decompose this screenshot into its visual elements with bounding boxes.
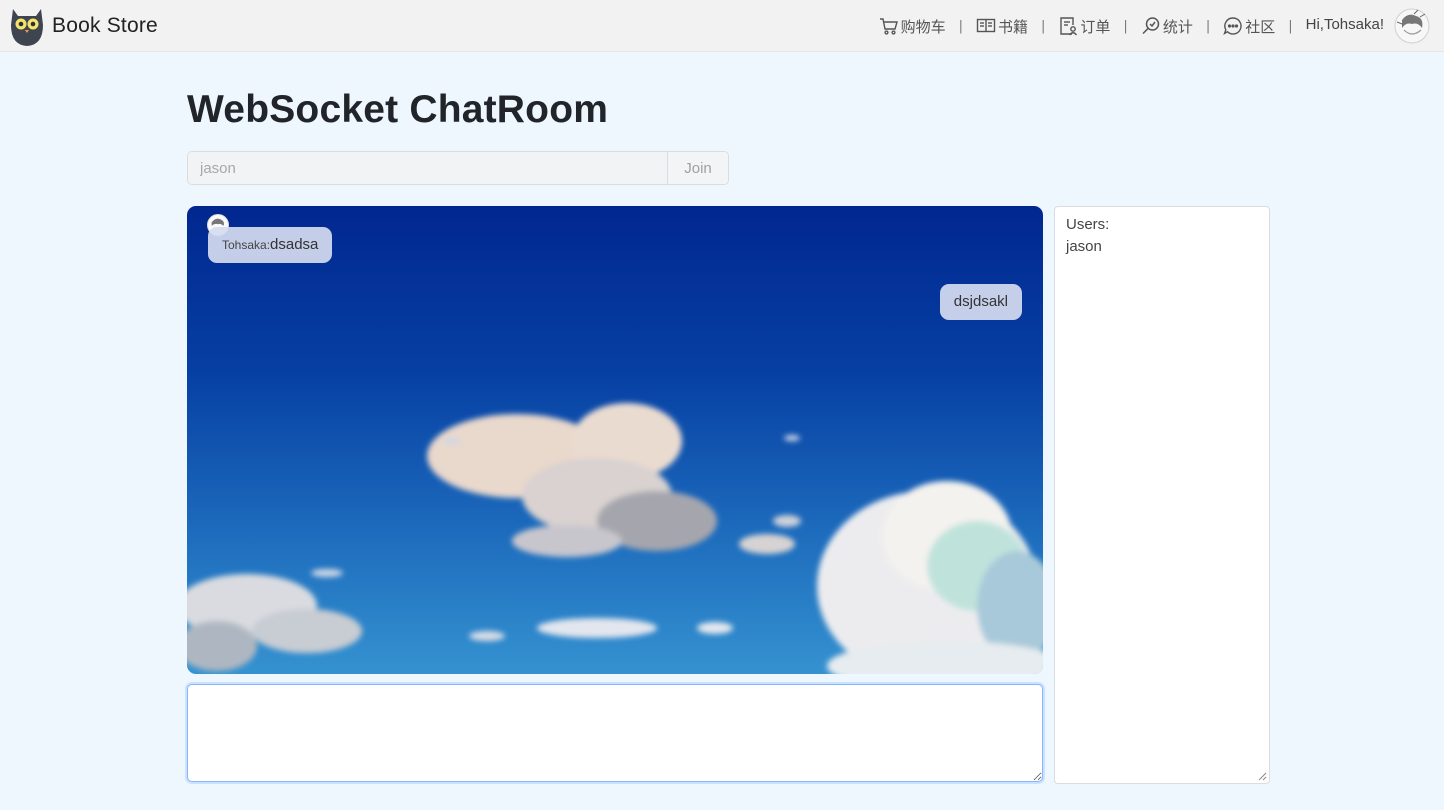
- resize-grip-icon[interactable]: [1257, 771, 1267, 781]
- nav-separator: |: [1205, 18, 1211, 34]
- users-label: Users:: [1066, 216, 1110, 233]
- username-input[interactable]: [188, 152, 667, 184]
- stats-icon: [1142, 17, 1160, 35]
- nav-cart-label: 购物车: [900, 17, 946, 36]
- user-avatar[interactable]: [1394, 8, 1430, 44]
- nav-separator: |: [1288, 18, 1293, 34]
- chat-bubble-icon: [1223, 17, 1242, 36]
- message-text: dsadsa: [270, 236, 319, 253]
- nav-menu: 购物车 | 书籍 | 订单 | 统计 | 社区 | Hi,Tohsaka!: [879, 0, 1430, 52]
- nav-community-label: 社区: [1245, 17, 1276, 36]
- user-list-item: jason: [1066, 238, 1102, 255]
- sky-background-image: [187, 206, 1043, 674]
- chat-message-received: Tohsaka:dsadsa: [208, 227, 333, 263]
- nav-books[interactable]: 书籍: [976, 16, 1028, 37]
- message-text: dsjdsakl: [953, 293, 1008, 310]
- nav-separator: |: [1041, 18, 1046, 34]
- nav-stats-label: 统计: [1162, 17, 1193, 36]
- nav-books-label: 书籍: [998, 17, 1029, 36]
- cart-icon: [879, 18, 898, 35]
- nav-separator: |: [1123, 18, 1128, 34]
- nav-separator: |: [958, 18, 963, 34]
- book-icon: [976, 18, 996, 33]
- chat-messages-area[interactable]: Tohsaka:dsadsa dsjdsakl: [187, 206, 1043, 674]
- nav-cart[interactable]: 购物车: [879, 16, 946, 37]
- nav-orders[interactable]: 订单: [1058, 16, 1110, 37]
- users-panel[interactable]: Users: jason: [1054, 206, 1270, 784]
- nav-community[interactable]: 社区: [1223, 16, 1275, 37]
- order-icon: [1060, 17, 1078, 36]
- join-button[interactable]: Join: [667, 152, 728, 184]
- message-sender: Tohsaka:: [222, 238, 271, 252]
- chat-message-sent: dsjdsakl: [939, 284, 1022, 320]
- owl-logo-icon[interactable]: [8, 5, 46, 47]
- message-input[interactable]: [187, 684, 1043, 782]
- join-form: Join: [187, 151, 729, 185]
- nav-orders-label: 订单: [1080, 17, 1111, 36]
- page-title: WebSocket ChatRoom: [187, 88, 609, 131]
- user-greeting: Hi,Tohsaka!: [1305, 15, 1384, 33]
- top-navbar: Book Store 购物车 | 书籍 | 订单 | 统计 | 社区 | Hi,…: [0, 0, 1444, 52]
- brand-name[interactable]: Book Store: [52, 14, 158, 38]
- nav-stats[interactable]: 统计: [1141, 16, 1193, 37]
